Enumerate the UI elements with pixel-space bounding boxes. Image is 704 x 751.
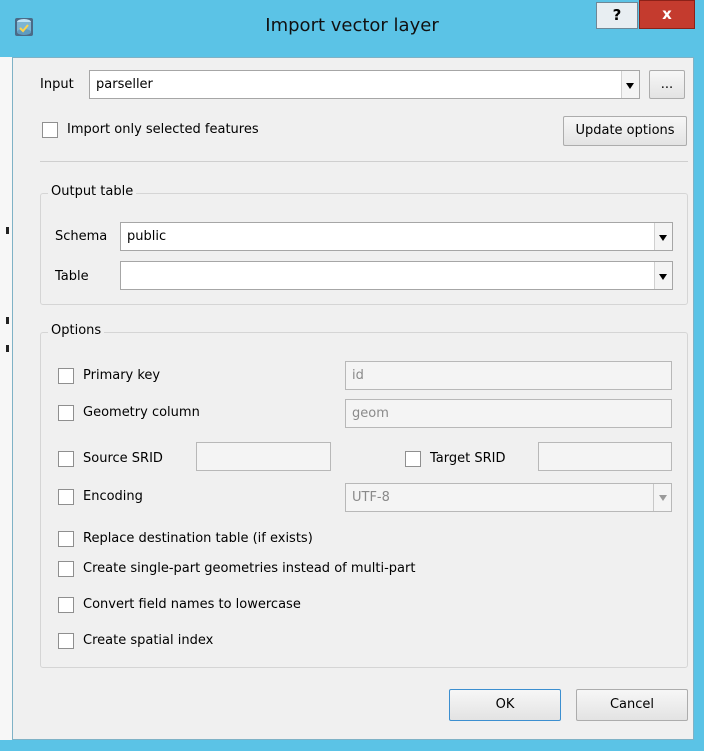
- input-layer-value: parseller: [96, 77, 153, 92]
- encoding-checkbox[interactable]: [58, 489, 74, 505]
- target-srid-checkbox[interactable]: [405, 451, 421, 467]
- schema-label: Schema: [55, 229, 108, 244]
- source-srid-checkbox[interactable]: [58, 451, 74, 467]
- update-options-button[interactable]: Update options: [563, 116, 687, 146]
- geometry-column-field[interactable]: geom: [345, 399, 672, 428]
- input-layer-combo[interactable]: parseller: [89, 70, 640, 99]
- chevron-down-icon[interactable]: [621, 71, 639, 98]
- primary-key-field[interactable]: id: [345, 361, 672, 390]
- cancel-button[interactable]: Cancel: [576, 689, 688, 721]
- output-table-title: Output table: [48, 184, 137, 199]
- geometry-column-label: Geometry column: [83, 405, 200, 420]
- lowercase-label: Convert field names to lowercase: [83, 597, 301, 612]
- table-combo[interactable]: [120, 261, 673, 290]
- primary-key-value: id: [352, 368, 364, 383]
- schema-value: public: [127, 229, 167, 244]
- single-part-label: Create single-part geometries instead of…: [83, 561, 416, 576]
- encoding-label: Encoding: [83, 489, 143, 504]
- close-button[interactable]: x: [639, 0, 695, 29]
- input-label: Input: [40, 77, 74, 92]
- help-button[interactable]: ?: [596, 2, 638, 29]
- chevron-down-icon[interactable]: [654, 223, 672, 250]
- primary-key-checkbox[interactable]: [58, 368, 74, 384]
- import-only-selected-label: Import only selected features: [67, 122, 259, 137]
- spatial-index-label: Create spatial index: [83, 633, 214, 648]
- title-bar[interactable]: Import vector layer ? x: [0, 0, 704, 57]
- background-window-edge: [0, 57, 12, 740]
- target-srid-field[interactable]: [538, 442, 672, 471]
- target-srid-label: Target SRID: [430, 451, 506, 466]
- chevron-down-icon[interactable]: [654, 262, 672, 289]
- table-label: Table: [55, 269, 89, 284]
- geometry-column-checkbox[interactable]: [58, 405, 74, 421]
- spatial-index-checkbox[interactable]: [58, 633, 74, 649]
- primary-key-label: Primary key: [83, 368, 161, 383]
- schema-combo[interactable]: public: [120, 222, 673, 251]
- encoding-value: UTF-8: [352, 490, 390, 505]
- lowercase-checkbox[interactable]: [58, 597, 74, 613]
- options-title: Options: [48, 323, 105, 338]
- import-only-selected-checkbox[interactable]: [42, 122, 58, 138]
- chevron-down-icon[interactable]: [653, 484, 671, 511]
- replace-table-checkbox[interactable]: [58, 531, 74, 547]
- source-srid-label: Source SRID: [83, 451, 163, 466]
- source-srid-field[interactable]: [196, 442, 331, 471]
- geometry-column-value: geom: [352, 406, 389, 421]
- single-part-checkbox[interactable]: [58, 561, 74, 577]
- encoding-combo[interactable]: UTF-8: [345, 483, 672, 512]
- replace-table-label: Replace destination table (if exists): [83, 531, 313, 546]
- separator: [40, 161, 688, 162]
- browse-button[interactable]: ...: [649, 70, 685, 99]
- ok-button[interactable]: OK: [449, 689, 561, 721]
